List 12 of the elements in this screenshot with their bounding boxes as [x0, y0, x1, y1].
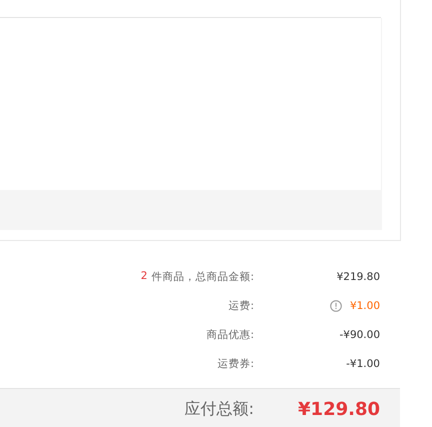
- summary-value: ¥219.80: [336, 270, 380, 282]
- summary-label: 运费:: [228, 298, 254, 312]
- summary-value: ¥1.00: [350, 300, 380, 312]
- info-icon[interactable]: [330, 300, 342, 312]
- summary-value: -¥90.00: [339, 328, 380, 340]
- summary-label: 运费券:: [217, 356, 254, 370]
- summary-value: -¥1.00: [346, 358, 380, 370]
- summary-label: 商品优惠:: [206, 328, 254, 342]
- item-count: 2: [140, 270, 148, 284]
- summary-label: 件商品，总商品金额:: [151, 270, 254, 284]
- total-amount: ¥129.80: [298, 398, 380, 420]
- total-label: 应付总额:: [184, 398, 254, 420]
